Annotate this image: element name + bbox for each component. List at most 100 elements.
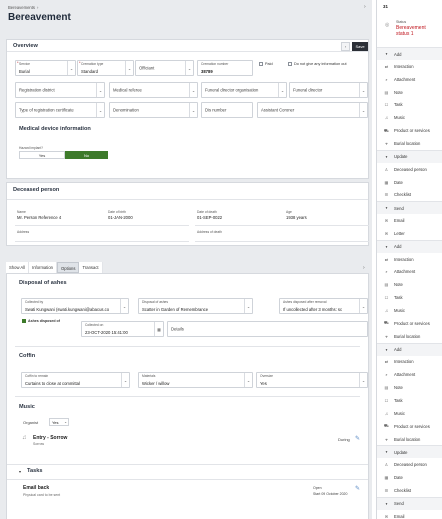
no-info-checkbox[interactable]: Do not give any information out <box>288 62 347 66</box>
sidebar-item-send[interactable]: ▾ Send <box>377 201 442 215</box>
chevron-down-icon[interactable]: ⌄ <box>359 373 367 387</box>
sidebar-item-update[interactable]: ▾ Update <box>377 149 442 163</box>
registration-district-select[interactable]: Registration district ⌄ <box>15 82 105 98</box>
sidebar-item-burial-location[interactable]: ⌖ Burial location <box>377 137 442 150</box>
chevron-down-icon[interactable]: ⌄ <box>121 373 129 387</box>
chevron-down-icon[interactable]: ⌄ <box>189 103 197 117</box>
chevron-down-icon[interactable]: ⌄ <box>359 103 367 117</box>
chevron-down-icon[interactable]: ⌄ <box>189 83 197 97</box>
materials-select[interactable]: Materials Wicker / willow ⌄ <box>138 372 253 388</box>
chevron-down-icon[interactable]: ⌄ <box>120 299 128 313</box>
sidebar-item-task[interactable]: ☐ Task <box>377 291 442 304</box>
tab-show-all[interactable]: Show All <box>6 262 30 273</box>
sidebar-item-checklist[interactable]: ☰ Checklist <box>377 484 442 497</box>
no-info-checkbox-box[interactable] <box>288 62 292 66</box>
sidebar-item-attachment[interactable]: ⌕ Attachment <box>377 368 442 381</box>
sidebar-item-interaction[interactable]: ⇄ Interaction <box>377 253 442 266</box>
edit-icon[interactable]: ✎ <box>355 435 360 442</box>
music-entry-title[interactable]: Entry - Sorrow <box>33 435 67 441</box>
paid-checkbox-box[interactable] <box>259 62 263 66</box>
oversize-select[interactable]: Oversize Yes ⌄ <box>256 372 368 388</box>
sidebar-item-task[interactable]: ☐ Task <box>377 394 442 407</box>
hazard-yes-toggle[interactable]: Yes <box>19 151 65 159</box>
sidebar-item-deceased-person[interactable]: ♙ Deceased person <box>377 163 442 176</box>
chevron-down-icon[interactable]: ⌄ <box>244 299 252 313</box>
funeral-director-org-select[interactable]: Funeral director organisation ⌄ <box>201 82 287 98</box>
sidebar-item-music[interactable]: ♫ Music <box>377 111 442 124</box>
funeral-director-select[interactable]: Funeral director ⌄ <box>289 82 368 98</box>
edit-icon[interactable]: ✎ <box>355 485 360 492</box>
ashes-disposed-of-checkbox-box[interactable] <box>22 319 26 323</box>
sidebar-item-burial-location[interactable]: ⌖ Burial location <box>377 330 442 343</box>
sidebar-item-product-or-services[interactable]: ⛟ Product or services <box>377 317 442 330</box>
chevron-down-icon[interactable]: ⌄ <box>96 83 104 97</box>
chevron-down-icon[interactable]: ⌄ <box>278 83 286 97</box>
collapse-sidebar-icon[interactable]: › <box>364 4 366 10</box>
sidebar-item-music[interactable]: ♫ Music <box>377 407 442 420</box>
coffin-to-remain-select[interactable]: Coffin to remain Curtains to close at co… <box>21 372 130 388</box>
collected-on-field[interactable]: Collected on 23-OCT-2020 15:41:00 ▦ <box>81 321 164 337</box>
sidebar-item-add[interactable]: ▾ Add <box>377 342 442 356</box>
sidebar-item-email[interactable]: ✉ Email <box>377 214 442 227</box>
chevron-down-icon[interactable]: ⌄ <box>359 299 367 313</box>
sidebar-item-burial-location[interactable]: ⌖ Burial location <box>377 433 442 446</box>
chevron-down-icon[interactable]: ⌄ <box>244 373 252 387</box>
sidebar-item-attachment[interactable]: ⌕ Attachment <box>377 265 442 278</box>
ashes-disposed-after-select[interactable]: Ashes disposed after removal If uncollec… <box>279 298 368 314</box>
chevron-down-icon[interactable]: ⌄ <box>67 61 75 75</box>
officiant-select[interactable]: Officiant ⌄ <box>135 60 194 76</box>
chevron-down-icon[interactable]: ⌄ <box>64 420 67 424</box>
sidebar-item-update[interactable]: ▾ Update <box>377 445 442 459</box>
sidebar-item-note[interactable]: ▤ Note <box>377 86 442 99</box>
medical-referee-select[interactable]: Medical referee ⌄ <box>109 82 198 98</box>
chevron-right-icon[interactable]: › <box>363 265 365 271</box>
save-button[interactable]: Save <box>352 41 368 51</box>
status-card[interactable]: ◎ Status Bereavement status 1 <box>380 18 440 42</box>
ashes-disposed-of-checkbox[interactable]: Ashes disposed of <box>22 319 60 323</box>
tab-transact[interactable]: Transact <box>79 262 103 273</box>
dis-number-field[interactable]: Dis number <box>201 102 253 118</box>
sidebar-item-product-or-services[interactable]: ⛟ Product or services <box>377 124 442 137</box>
sidebar-item-attachment[interactable]: ⌕ Attachment <box>377 73 442 86</box>
registration-certificate-type-select[interactable]: Type of registration certificate ⌄ <box>15 102 105 118</box>
chevron-down-icon[interactable]: ⌄ <box>185 61 193 75</box>
chevron-down-icon[interactable]: ⌄ <box>359 83 367 97</box>
collected-by-select[interactable]: Collected by Swati Kungwani (swati.kungw… <box>21 298 129 314</box>
assistant-coroner-select[interactable]: Assistant Coroner ⌄ <box>257 102 368 118</box>
sidebar-item-music[interactable]: ♫ Music <box>377 304 442 317</box>
sidebar-item-add[interactable]: ▾ Add <box>377 239 442 253</box>
sidebar-item-interaction[interactable]: ⇄ Interaction <box>377 60 442 73</box>
tab-options[interactable]: Options <box>57 262 80 273</box>
sidebar-item-deceased-person[interactable]: ♙ Deceased person <box>377 458 442 471</box>
sidebar-item-task[interactable]: ☐ Task <box>377 98 442 111</box>
back-arrow-icon[interactable]: ‹ <box>341 41 350 51</box>
sidebar-item-date[interactable]: ▦ Date <box>377 176 442 189</box>
sidebar-item-checklist[interactable]: ☰ Checklist <box>377 188 442 201</box>
sidebar-item-letter[interactable]: ✉ Letter <box>377 227 442 240</box>
paid-checkbox[interactable]: Paid <box>259 62 273 66</box>
hazard-no-toggle[interactable]: No <box>65 151 108 159</box>
sidebar-item-add[interactable]: ▾ Add <box>377 47 442 60</box>
sidebar-item-note[interactable]: ▤ Note <box>377 381 442 394</box>
sidebar-item-product-or-services[interactable]: ⛟ Product or services <box>377 420 442 433</box>
disposal-of-ashes-select[interactable]: Disposal of ashes Scatter in Garden of R… <box>138 298 253 314</box>
sidebar-item-interaction[interactable]: ⇄ Interaction <box>377 355 442 368</box>
denomination-select[interactable]: Denomination ⌄ <box>109 102 198 118</box>
sidebar-item-date[interactable]: ▦ Date <box>377 471 442 484</box>
chevron-down-icon[interactable]: ▾ <box>19 469 21 474</box>
tab-information[interactable]: Information <box>29 262 58 273</box>
chevron-down-icon[interactable]: ⌄ <box>125 61 133 75</box>
service-select[interactable]: Service Burial ⌄ <box>15 60 76 76</box>
calendar-icon[interactable]: ▦ <box>154 322 163 336</box>
breadcrumb-label[interactable]: Bereavements <box>8 5 35 10</box>
cremation-type-select[interactable]: Cremation type Standard ⌄ <box>77 60 134 76</box>
sidebar-item-note[interactable]: ▤ Note <box>377 278 442 291</box>
breadcrumb[interactable]: Bereavements › <box>8 5 38 10</box>
sidebar-item-email[interactable]: ✉ Email <box>377 510 442 519</box>
cremation-number-field[interactable]: Cremation number 38789 <box>197 60 253 76</box>
sidebar-item-send[interactable]: ▾ Send <box>377 496 442 510</box>
organist-select[interactable]: Yes ⌄ <box>49 418 69 426</box>
details-field[interactable]: Details <box>167 321 368 337</box>
chevron-down-icon[interactable]: ⌄ <box>96 103 104 117</box>
task-item-title[interactable]: Email back <box>23 485 49 491</box>
